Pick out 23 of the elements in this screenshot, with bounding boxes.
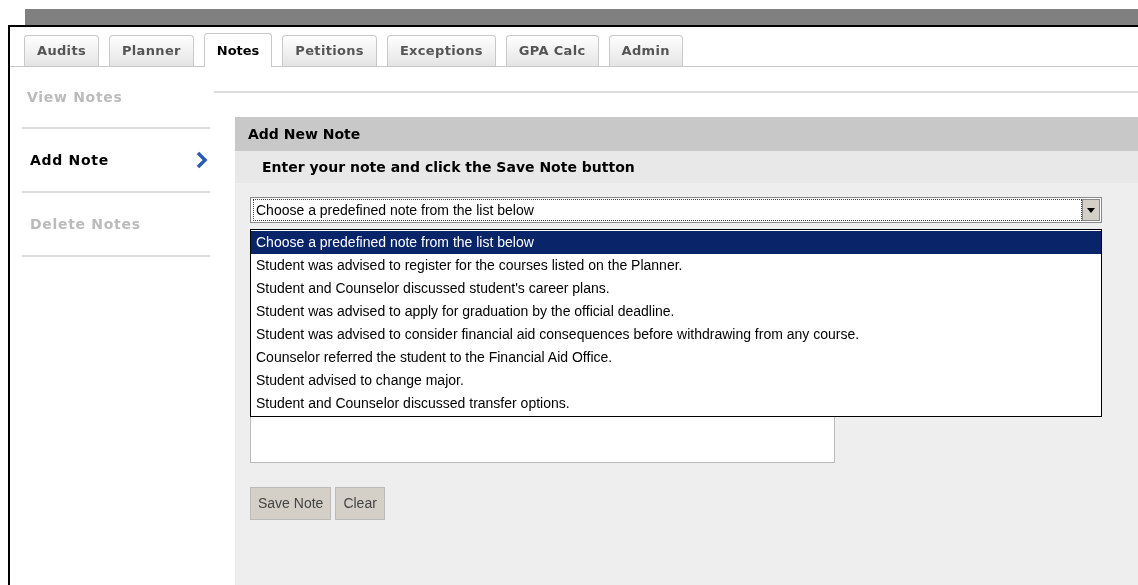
note-dropdown[interactable]: Choose a predefined note from the list below: [250, 197, 1102, 223]
sidebar-item[interactable]: Add Note: [30, 149, 109, 171]
dropdown-option[interactable]: Counselor referred the student to the Financial Aid Office.: [251, 346, 1101, 369]
dropdown-option[interactable]: Student and Counselor discussed transfer options.: [251, 392, 1101, 415]
tab[interactable]: Notes: [203, 33, 273, 67]
tab[interactable]: Admin: [608, 35, 683, 66]
dropdown-menu[interactable]: [250, 229, 1102, 417]
tab[interactable]: Planner: [109, 35, 194, 66]
dropdown-option[interactable]: Student advised to change major.: [251, 369, 1101, 392]
dropdown-option[interactable]: Choose a predefined note from the list below: [251, 231, 1101, 254]
tab[interactable]: Exceptions: [386, 35, 496, 66]
chevron-right-icon: [196, 151, 208, 169]
tab[interactable]: GPA Calc: [505, 35, 599, 66]
dropdown-option[interactable]: Student was advised to register for the courses listed on the Planner.: [251, 254, 1101, 277]
dropdown-option[interactable]: Student was advised to apply for graduation by the official deadline.: [251, 300, 1101, 323]
form-button[interactable]: Save Note: [250, 487, 332, 520]
tab[interactable]: Audits: [24, 35, 99, 66]
dropdown-option[interactable]: Student and Counselor discussed student's career plans.: [251, 277, 1101, 300]
dropdown-option[interactable]: Student was advised to consider financial aid consequences before withdrawing from any course.: [251, 323, 1101, 346]
panel-header: Add New Note: [235, 117, 1138, 151]
tab[interactable]: Petitions: [282, 35, 377, 66]
instruction-text: Enter your note and click the Save Note button: [235, 151, 1138, 183]
form-button[interactable]: Clear: [335, 487, 385, 520]
